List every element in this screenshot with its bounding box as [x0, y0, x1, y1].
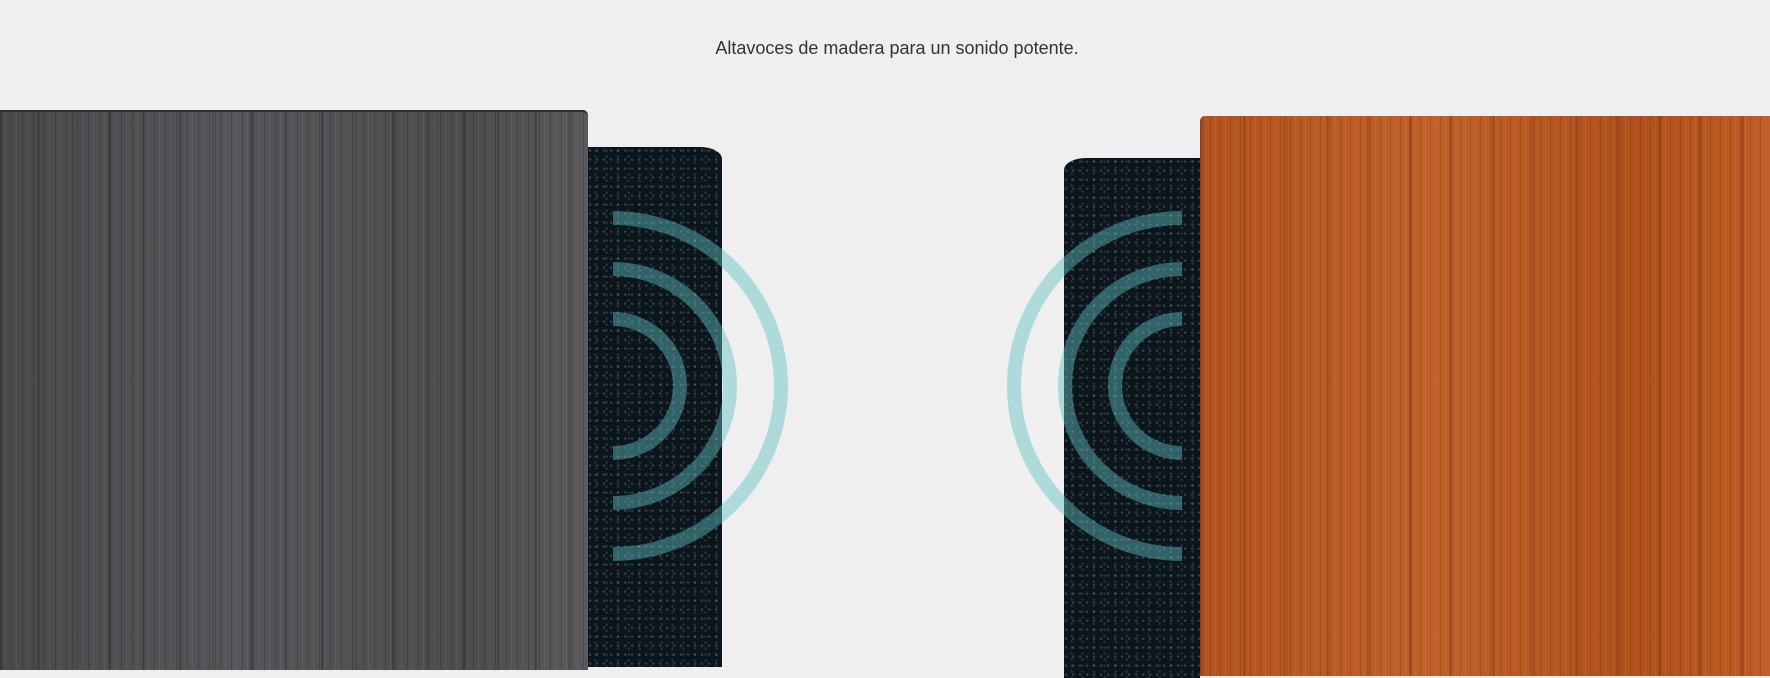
left-sound-wave-icon: [612, 211, 788, 561]
left-wave-arc-medium: [612, 262, 737, 510]
right-wave-arc-medium: [1058, 262, 1183, 510]
left-wave-arc-small: [612, 312, 687, 460]
sound-wave-icons: [612, 211, 1183, 561]
right-sound-wave-icon: [1007, 211, 1183, 561]
right-wave-arc-small: [1108, 312, 1183, 460]
